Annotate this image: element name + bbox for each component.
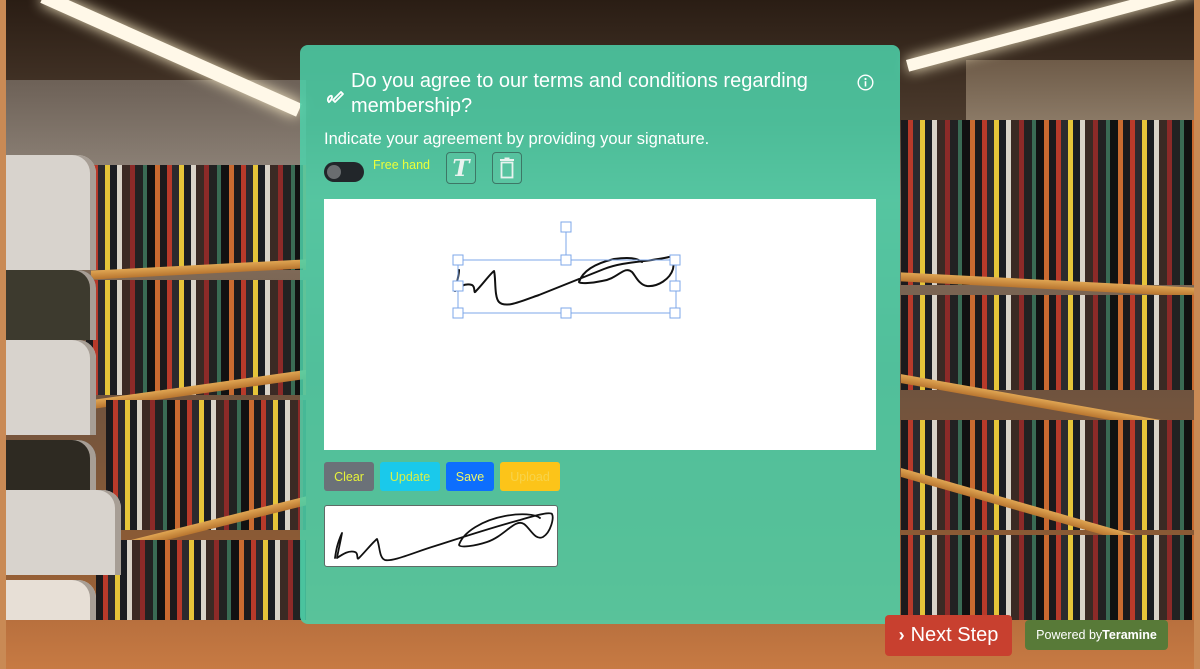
bg-shelf-endcap (6, 155, 96, 270)
trash-icon (499, 157, 514, 179)
free-hand-toggle[interactable] (324, 162, 364, 182)
bg-bookshelf (86, 165, 306, 270)
save-button[interactable]: Save (446, 462, 494, 491)
delete-signature-button[interactable] (491, 152, 522, 184)
text-T-icon: T (452, 154, 470, 182)
next-step-label: Next Step (910, 624, 999, 646)
signature-preview-drawing (334, 512, 554, 562)
upload-button[interactable]: Upload (500, 462, 560, 491)
card-header: Do you agree to our terms and conditions… (324, 69, 876, 119)
bg-shelf-endcap (6, 340, 96, 435)
bg-floor (6, 620, 1194, 669)
signature-toolbar: Free hand T (324, 152, 522, 186)
signature-canvas[interactable] (324, 199, 876, 450)
next-step-button[interactable]: › Next Step (885, 615, 1012, 656)
signature-pen-icon (326, 91, 344, 104)
bg-bookshelf (901, 120, 1194, 285)
update-button[interactable]: Update (380, 462, 440, 491)
powered-by-brand: Teramine (1102, 628, 1157, 642)
signature-drawing (452, 221, 681, 319)
powered-by-prefix: Powered by (1036, 628, 1103, 642)
toggle-knob (327, 165, 341, 179)
bg-shelf-endcap (6, 490, 121, 575)
powered-by-badge[interactable]: Powered by Teramine (1025, 620, 1168, 650)
bg-bookshelf (901, 295, 1194, 390)
text-tool-button[interactable]: T (445, 152, 476, 184)
question-title: Do you agree to our terms and conditions… (351, 70, 808, 117)
question-subtitle: Indicate your agreement by providing you… (324, 130, 710, 148)
signature-actions: Clear Update Save Upload (324, 462, 560, 491)
clear-button[interactable]: Clear (324, 462, 374, 491)
signature-card: Do you agree to our terms and conditions… (300, 45, 900, 624)
bg-shelf-endcap (6, 270, 96, 340)
signature-preview (324, 505, 558, 567)
free-hand-label: Free hand (373, 158, 430, 172)
chevron-right-icon: › (898, 625, 905, 645)
info-circle-icon[interactable] (857, 74, 874, 91)
selection-handles[interactable] (452, 221, 681, 319)
bg-shelf-endcap (6, 440, 96, 490)
